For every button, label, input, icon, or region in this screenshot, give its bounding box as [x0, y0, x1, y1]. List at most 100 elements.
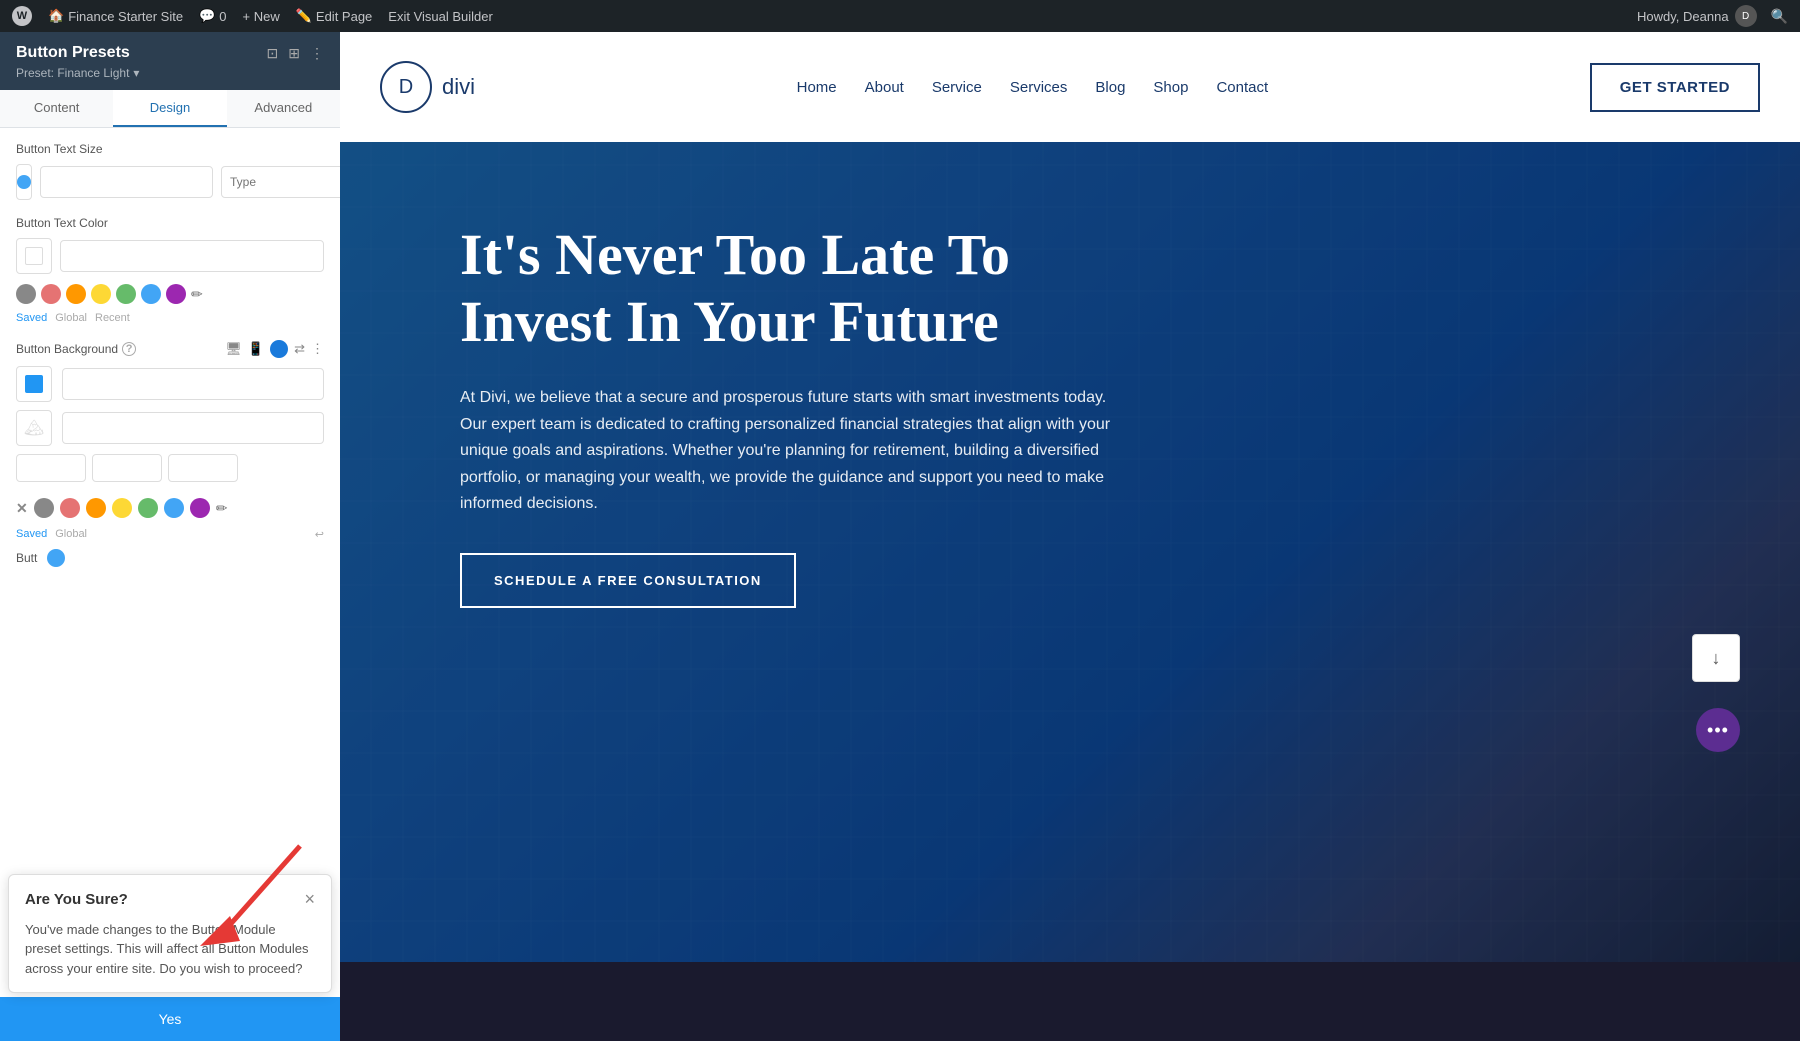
recent-icon[interactable]: ↩	[315, 528, 324, 541]
bottom-swatch-gray[interactable]	[34, 498, 54, 518]
bg-color-input[interactable]	[62, 368, 324, 400]
global-label-2[interactable]: Global	[55, 528, 87, 541]
expand-icon[interactable]: ⊡	[267, 45, 279, 62]
nav-home[interactable]: Home	[797, 79, 837, 96]
options-button[interactable]: •••	[1696, 708, 1740, 752]
user-howdy: Howdy, Deanna D 🔍	[1637, 5, 1788, 27]
bottom-row-1: ✕ ✏	[16, 498, 324, 518]
swatch-edit-icon-2[interactable]: ✏	[216, 500, 228, 517]
bottom-swatch-green[interactable]	[138, 498, 158, 518]
nav-blog[interactable]: Blog	[1095, 79, 1125, 96]
nav-service[interactable]: Service	[932, 79, 982, 96]
options-icon: •••	[1707, 720, 1729, 741]
swatch-pink[interactable]	[41, 284, 61, 304]
nav-services[interactable]: Services	[1010, 79, 1068, 96]
admin-bar: W 🏠 Finance Starter Site 💬 0 + New ✏️ Ed…	[0, 0, 1800, 32]
text-color-preview[interactable]	[16, 238, 52, 274]
transfer-icon[interactable]: ⇄	[294, 341, 305, 357]
dialog-title-row: Are You Sure? ×	[25, 889, 315, 910]
saved-global-row-2: Saved Global ↩	[16, 528, 324, 541]
new-button[interactable]: + New	[243, 9, 280, 24]
saved-global-row: Saved Global Recent	[16, 312, 324, 324]
panel-title: Button Presets	[16, 44, 130, 62]
global-label[interactable]: Global	[55, 312, 87, 324]
site-logo: D divi	[380, 61, 475, 113]
comments-icon: 💬	[199, 8, 215, 24]
bg-image-preview[interactable]: 🏔	[16, 410, 52, 446]
button-text-size-label: Button Text Size	[16, 142, 324, 156]
color-swatch-row: ✏	[16, 284, 324, 304]
columns-icon[interactable]: ⊞	[288, 45, 300, 62]
dialog-title: Are You Sure?	[25, 891, 128, 908]
x-icon-1[interactable]: ✕	[16, 500, 28, 517]
bg-section-header: Button Background ? 🖥 📱 ⇄ ⋮	[16, 340, 324, 358]
panel-subtitle[interactable]: Preset: Finance Light ▾	[16, 66, 324, 80]
help-icon[interactable]: ?	[122, 342, 136, 356]
exit-visual-builder-button[interactable]: Exit Visual Builder	[388, 9, 493, 24]
site-name[interactable]: 🏠 Finance Starter Site	[48, 8, 183, 24]
text-size-input[interactable]	[40, 166, 213, 198]
color-swatch-preview	[25, 247, 43, 265]
size-inputs-row	[16, 454, 324, 482]
swatch-purple[interactable]	[166, 284, 186, 304]
saved-label-2[interactable]: Saved	[16, 528, 47, 541]
nav-about[interactable]: About	[865, 79, 904, 96]
text-size-preview	[16, 164, 32, 200]
image-placeholder-icon: 🏔	[24, 418, 44, 438]
more-bg-icon[interactable]: ⋮	[311, 341, 324, 357]
tab-advanced[interactable]: Advanced	[227, 90, 340, 127]
recent-label[interactable]: Recent	[95, 312, 130, 324]
pencil-icon: ✏️	[296, 8, 312, 24]
button-text-color-label: Button Text Color	[16, 216, 324, 230]
nav-contact[interactable]: Contact	[1216, 79, 1268, 96]
swatch-orange[interactable]	[66, 284, 86, 304]
hero-section: It's Never Too Late To Invest In Your Fu…	[340, 142, 1800, 962]
bottom-swatch-blue-2[interactable]	[164, 498, 184, 518]
avatar[interactable]: D	[1735, 5, 1757, 27]
swatch-green[interactable]	[116, 284, 136, 304]
down-arrow-icon: ↓	[1712, 648, 1721, 669]
butt-dot[interactable]	[47, 549, 65, 567]
panel-tabs: Content Design Advanced	[0, 90, 340, 128]
desktop-icon[interactable]: 🖥	[225, 341, 242, 357]
more-icon[interactable]: ⋮	[310, 45, 324, 62]
button-background-group: Button Background ? 🖥 📱 ⇄ ⋮	[16, 340, 324, 482]
bottom-swatch-orange[interactable]	[86, 498, 106, 518]
panel-header: Button Presets ⊡ ⊞ ⋮ Preset: Finance Lig…	[0, 32, 340, 90]
comments-bubble[interactable]: 💬 0	[199, 8, 226, 24]
hero-cta-button[interactable]: SCHEDULE A FREE CONSULTATION	[460, 553, 796, 608]
bottom-swatch-pink[interactable]	[60, 498, 80, 518]
tab-content[interactable]: Content	[0, 90, 113, 127]
bottom-row-2: Butt	[16, 549, 324, 567]
panel-title-icons: ⊡ ⊞ ⋮	[267, 45, 324, 62]
yes-button[interactable]: Yes	[0, 997, 340, 1041]
preview-area: D divi Home About Service Services Blog …	[340, 32, 1800, 1041]
swatch-yellow[interactable]	[91, 284, 111, 304]
bg-color-preview[interactable]	[16, 366, 52, 402]
tablet-icon[interactable]: 📱	[248, 341, 264, 357]
get-started-button[interactable]: GET STARTED	[1590, 63, 1760, 112]
wp-logo-icon[interactable]: W	[12, 6, 32, 26]
scroll-down-button[interactable]: ↓	[1692, 634, 1740, 682]
bg-color-row	[16, 366, 324, 402]
bottom-swatch-purple[interactable]	[190, 498, 210, 518]
swatch-edit-icon[interactable]: ✏	[191, 286, 203, 303]
depth-input[interactable]	[168, 454, 238, 482]
saved-label[interactable]: Saved	[16, 312, 47, 324]
color-input-field[interactable]	[60, 240, 324, 272]
tab-design[interactable]: Design	[113, 90, 226, 127]
bg-image-input[interactable]	[62, 412, 324, 444]
swatch-gray[interactable]	[16, 284, 36, 304]
edit-page-button[interactable]: ✏️ Edit Page	[296, 8, 373, 24]
bottom-swatch-yellow[interactable]	[112, 498, 132, 518]
dialog-text: You've made changes to the Button Module…	[25, 920, 315, 979]
dialog-close-button[interactable]: ×	[304, 889, 315, 910]
search-icon[interactable]: 🔍	[1771, 8, 1788, 25]
color-dot-blue[interactable]	[270, 340, 288, 358]
width-input[interactable]	[16, 454, 86, 482]
height-input[interactable]	[92, 454, 162, 482]
text-size-unit[interactable]	[221, 166, 340, 198]
nav-shop[interactable]: Shop	[1153, 79, 1188, 96]
left-panel: Button Presets ⊡ ⊞ ⋮ Preset: Finance Lig…	[0, 32, 340, 1041]
swatch-blue[interactable]	[141, 284, 161, 304]
